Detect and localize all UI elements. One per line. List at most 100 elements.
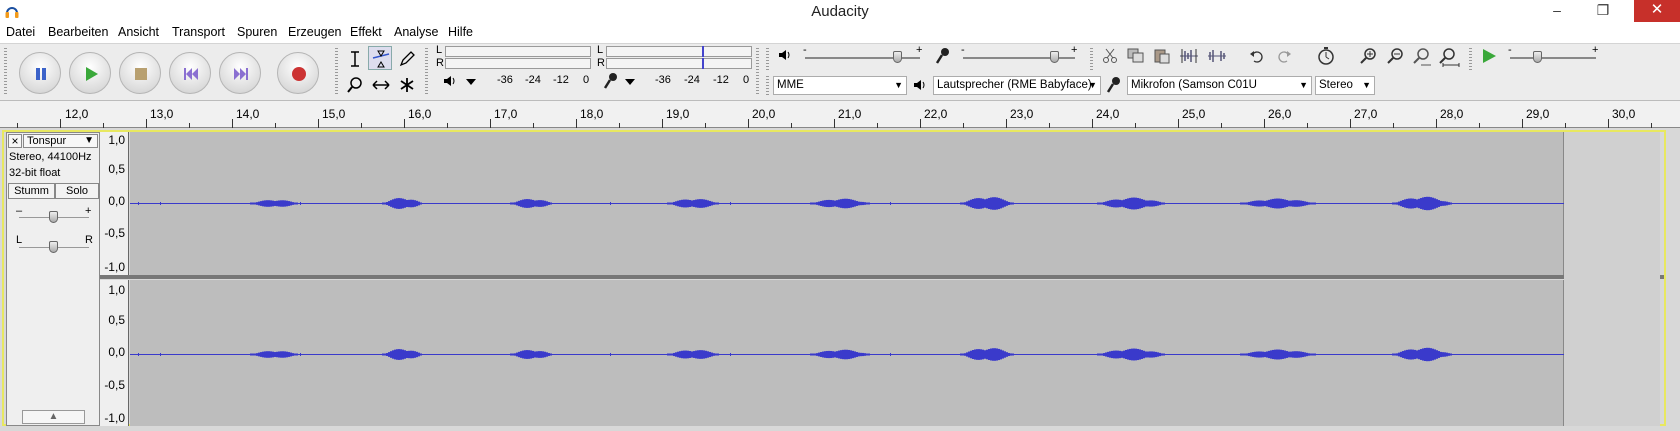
menu-hilfe[interactable]: Hilfe	[448, 25, 473, 39]
input-device-icon	[1106, 77, 1120, 93]
menu-transport[interactable]: Transport	[172, 25, 225, 39]
input-device-select[interactable]: Mikrofon (Samson C01U ▼	[1127, 76, 1312, 95]
amplitude-scale-left-channel[interactable]: 1,0 0,5 0,0 -0,5 -1,0	[100, 132, 129, 275]
pause-icon	[36, 68, 46, 80]
record-peak-hold-left	[702, 46, 704, 57]
output-volume-thumb[interactable]	[893, 51, 902, 63]
play-at-speed-icon[interactable]	[1481, 48, 1497, 64]
host-select[interactable]: MME ▼	[773, 76, 907, 95]
input-volume-minus: -	[961, 44, 965, 56]
solo-button[interactable]: Solo	[55, 183, 99, 199]
amplitude-scale-right-channel[interactable]: 1,0 0,5 0,0 -0,5 -1,0	[100, 280, 129, 426]
trim-audio-icon[interactable]	[1179, 48, 1199, 64]
mute-button[interactable]: Stumm	[8, 183, 55, 199]
waveform-right-svg	[130, 280, 1564, 426]
output-volume-plus: +	[916, 44, 923, 56]
zoom-tool[interactable]	[342, 72, 366, 96]
undo-icon[interactable]	[1249, 48, 1265, 64]
asterisk-icon	[400, 78, 414, 92]
playback-meter-left-label: L	[436, 44, 443, 56]
waveform-left-channel[interactable]	[130, 132, 1565, 275]
record-meter-menu-icon[interactable]	[624, 77, 636, 87]
playback-meter-right[interactable]	[445, 58, 591, 69]
chevron-down-icon: ▼	[84, 135, 94, 146]
redo-icon[interactable]	[1276, 48, 1292, 64]
pencil-icon	[399, 51, 415, 67]
waveform-right-channel[interactable]	[130, 280, 1564, 426]
sync-lock-icon[interactable]	[1317, 46, 1335, 66]
toolbar-grip[interactable]	[4, 48, 7, 96]
scale-label: -1,0	[104, 260, 125, 274]
skip-start-icon	[184, 68, 198, 80]
menu-analyse[interactable]: Analyse	[394, 25, 438, 39]
input-volume-thumb[interactable]	[1050, 51, 1059, 63]
play-button[interactable]	[69, 52, 111, 94]
track-name-menu[interactable]: Tonspur ▼	[23, 134, 98, 148]
cut-icon[interactable]	[1101, 48, 1119, 64]
ruler-ticks	[17, 119, 1652, 128]
restore-button[interactable]: ❐	[1588, 0, 1618, 22]
selection-tool[interactable]	[342, 46, 366, 70]
output-device-select[interactable]: Lautsprecher (RME Babyface) ▼	[933, 76, 1101, 95]
play-icon	[86, 67, 98, 81]
skip-to-start-button[interactable]	[169, 52, 211, 94]
record-scale-36: -36	[655, 74, 671, 86]
pan-left-label: L	[16, 234, 23, 246]
minimize-button[interactable]: –	[1542, 0, 1572, 22]
close-button[interactable]: ✕	[1634, 0, 1680, 22]
play-speed-grip[interactable]	[1469, 48, 1472, 70]
menu-ansicht[interactable]: Ansicht	[118, 25, 159, 39]
multi-tool[interactable]	[394, 72, 418, 96]
meter-grip[interactable]	[425, 48, 428, 96]
copy-icon[interactable]	[1127, 48, 1145, 64]
track-close-button[interactable]: ×	[8, 134, 22, 148]
playback-scale-36: -36	[497, 74, 513, 86]
menu-erzeugen[interactable]: Erzeugen	[288, 25, 342, 39]
meter-grip-right[interactable]	[756, 48, 759, 96]
collapse-track-button[interactable]: ▲	[22, 410, 85, 424]
zoom-in-icon[interactable]	[1359, 47, 1377, 65]
fit-project-icon[interactable]	[1438, 47, 1460, 67]
speaker-icon	[444, 76, 455, 86]
record-button[interactable]	[277, 52, 319, 94]
scale-label: 0,0	[108, 194, 125, 208]
envelope-tool[interactable]	[368, 46, 392, 70]
scale-label: -0,5	[104, 226, 125, 240]
stop-button[interactable]	[119, 52, 161, 94]
mixer-grip[interactable]	[766, 48, 769, 70]
input-channels-select[interactable]: Stereo ▼	[1315, 76, 1375, 95]
paste-icon[interactable]	[1153, 48, 1171, 64]
scale-label: -1,0	[104, 411, 125, 425]
menu-spuren[interactable]: Spuren	[237, 25, 277, 39]
tools-grip[interactable]	[335, 48, 338, 96]
playback-meter-menu-icon[interactable]	[465, 77, 477, 87]
pause-button[interactable]	[19, 52, 61, 94]
skip-to-end-button[interactable]	[219, 52, 261, 94]
draw-tool[interactable]	[394, 46, 418, 70]
output-volume-slider[interactable]	[805, 57, 920, 59]
menu-datei[interactable]: Datei	[6, 25, 35, 39]
time-shift-tool[interactable]	[368, 72, 392, 96]
scale-label: 0,5	[108, 162, 125, 176]
playback-meter-left[interactable]	[445, 46, 591, 57]
chevron-down-icon: ▼	[1362, 80, 1371, 90]
fit-selection-icon[interactable]	[1412, 47, 1432, 67]
record-peak-hold-right	[702, 58, 704, 69]
record-meter-left[interactable]	[606, 46, 752, 57]
edit-grip[interactable]	[1090, 48, 1093, 70]
menu-bearbeiten[interactable]: Bearbeiten	[48, 25, 108, 39]
gain-slider-thumb[interactable]	[49, 211, 58, 223]
zoom-out-icon[interactable]	[1386, 47, 1404, 65]
play-speed-thumb[interactable]	[1533, 51, 1542, 63]
record-scale-24: -24	[684, 74, 700, 86]
menu-effekt[interactable]: Effekt	[350, 25, 382, 39]
pan-slider-thumb[interactable]	[49, 241, 58, 253]
timeline-ruler[interactable]: 12,0 13,0 14,0 15,0 16,0 17,0 18,0 19,0 …	[0, 101, 1680, 128]
device-grip[interactable]	[766, 76, 769, 96]
silence-audio-icon[interactable]	[1207, 48, 1227, 64]
waveform-left-svg	[130, 132, 1564, 275]
gain-minus-label: –	[16, 205, 23, 217]
record-meter-right[interactable]	[606, 58, 752, 69]
play-speed-minus: -	[1508, 44, 1512, 56]
play-speed-slider[interactable]	[1510, 57, 1596, 59]
